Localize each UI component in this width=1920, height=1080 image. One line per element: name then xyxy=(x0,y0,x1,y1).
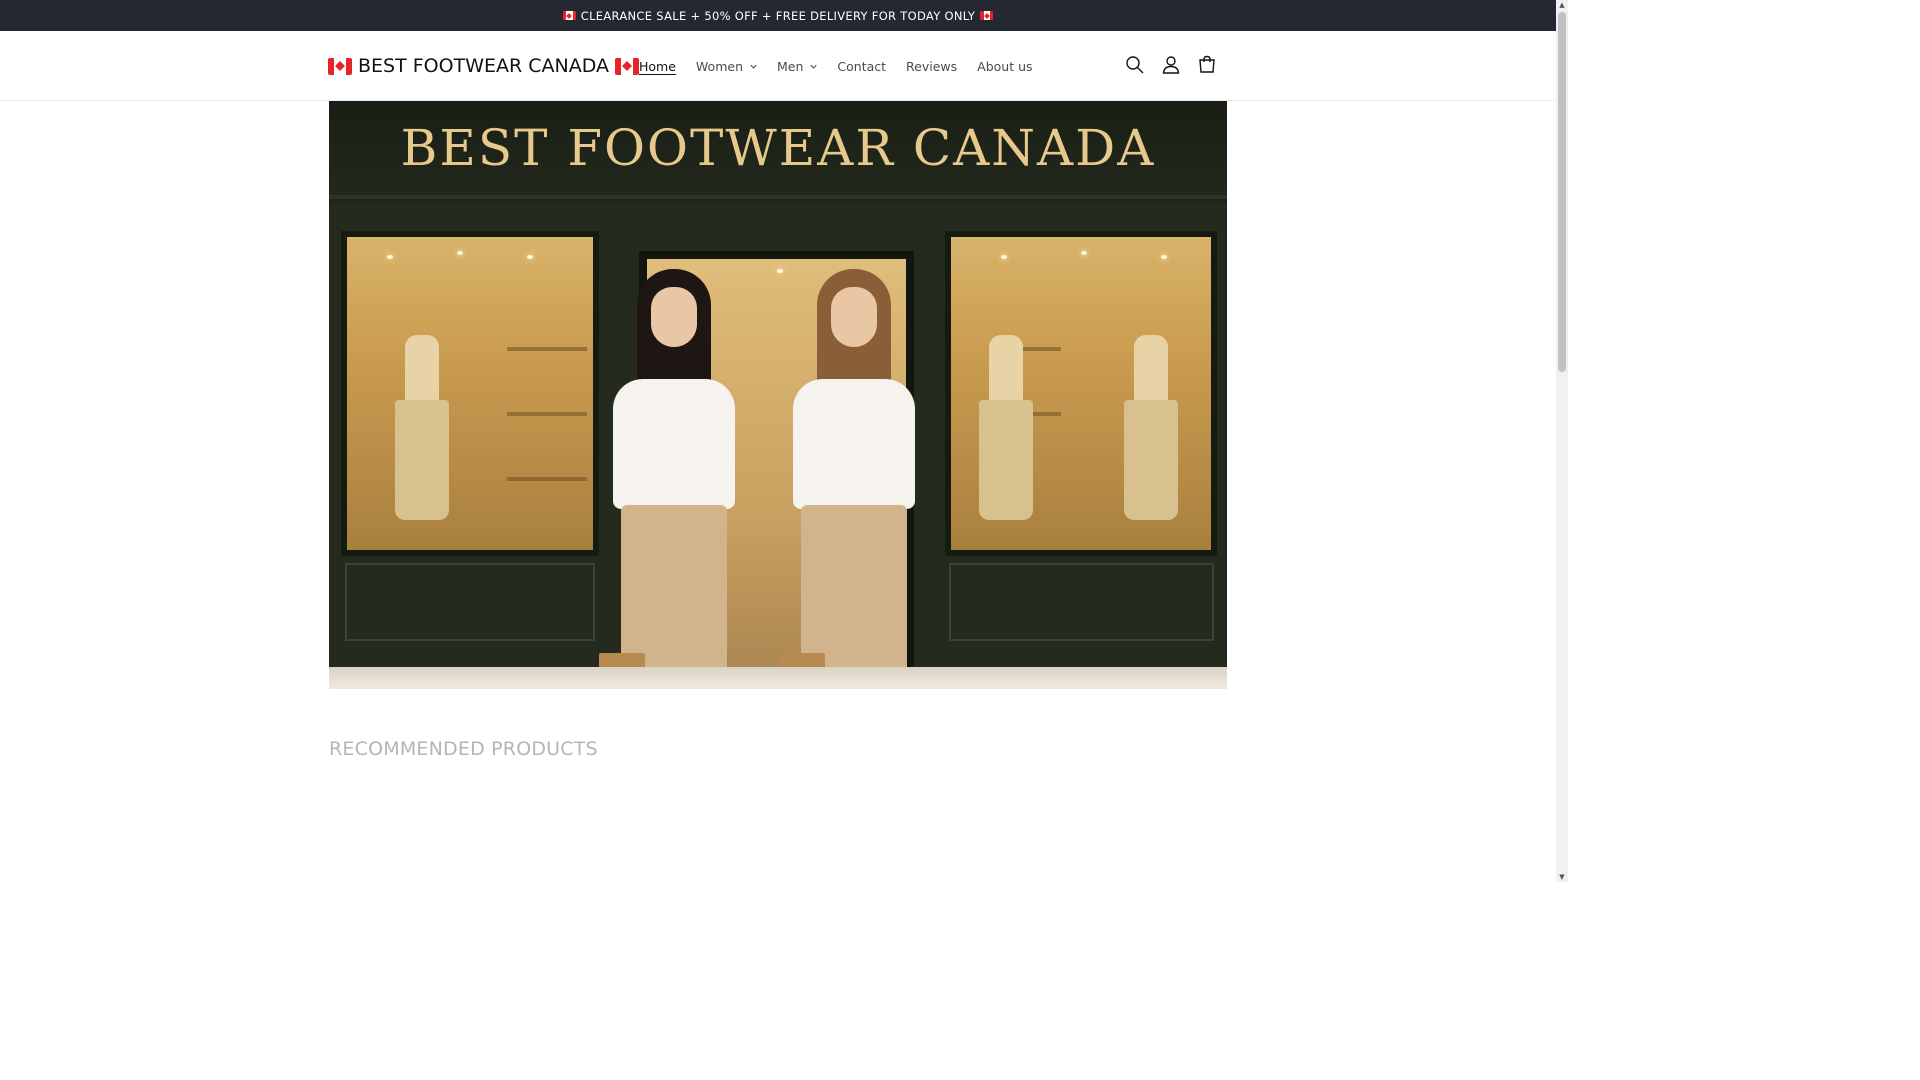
nav-item-label: Reviews xyxy=(906,58,958,74)
account-icon xyxy=(1162,56,1180,74)
announcement-text: CLEARANCE SALE + 50% OFF + FREE DELIVERY… xyxy=(580,8,976,23)
nav-item-about-us[interactable]: About us xyxy=(967,55,1042,77)
canada-flag-icon xyxy=(328,57,352,75)
nav-item-label: Women xyxy=(695,58,743,74)
cart-icon xyxy=(1199,55,1215,73)
nav-item-men[interactable]: Men xyxy=(767,55,827,77)
person-right xyxy=(779,269,929,689)
nav-item-contact[interactable]: Contact xyxy=(827,55,896,77)
nav-item-label: Home xyxy=(639,58,676,74)
logo-text: BEST FOOTWEAR CANADA xyxy=(358,55,609,77)
hero-banner-image: BEST FOOTWEAR CANADA xyxy=(329,101,1227,689)
account-button[interactable] xyxy=(1160,48,1182,82)
search-button[interactable] xyxy=(1124,48,1146,82)
cart-button[interactable] xyxy=(1196,48,1218,82)
nav-item-women[interactable]: Women xyxy=(686,55,767,77)
scroll-up-arrow-icon[interactable]: ▲ xyxy=(1558,0,1566,10)
main-nav: Home Women Men Contact Reviews About us xyxy=(629,55,1043,77)
recommended-products-title: RECOMMENDED PRODUCTS xyxy=(329,738,598,760)
page-scrollbar[interactable]: ▲ ▼ xyxy=(1556,0,1568,882)
nav-item-reviews[interactable]: Reviews xyxy=(896,55,967,77)
scroll-down-arrow-icon[interactable]: ▼ xyxy=(1558,872,1566,882)
canada-flag-icon xyxy=(562,11,576,20)
mannequin xyxy=(1116,325,1186,540)
nav-item-home[interactable]: Home xyxy=(629,55,686,77)
site-header: BEST FOOTWEAR CANADA Home Women Men Cont… xyxy=(0,31,1556,101)
mannequin xyxy=(387,325,457,540)
canada-flag-icon xyxy=(980,11,994,20)
search-icon xyxy=(1126,56,1144,74)
nav-item-label: About us xyxy=(977,58,1033,74)
mannequin xyxy=(971,325,1041,540)
store-logo-link[interactable]: BEST FOOTWEAR CANADA xyxy=(328,53,639,79)
storefront-sign: BEST FOOTWEAR CANADA xyxy=(329,101,1227,199)
scrollbar-thumb[interactable] xyxy=(1558,12,1566,372)
person-left xyxy=(599,269,749,689)
chevron-down-icon xyxy=(810,64,818,69)
left-display-window xyxy=(341,231,599,556)
right-display-window xyxy=(945,231,1217,556)
chevron-down-icon xyxy=(750,64,757,69)
header-icons xyxy=(1124,48,1218,82)
announcement-bar: CLEARANCE SALE + 50% OFF + FREE DELIVERY… xyxy=(0,0,1556,31)
nav-item-label: Men xyxy=(777,58,804,74)
storefront-floor xyxy=(329,667,1227,689)
nav-item-label: Contact xyxy=(837,58,887,74)
